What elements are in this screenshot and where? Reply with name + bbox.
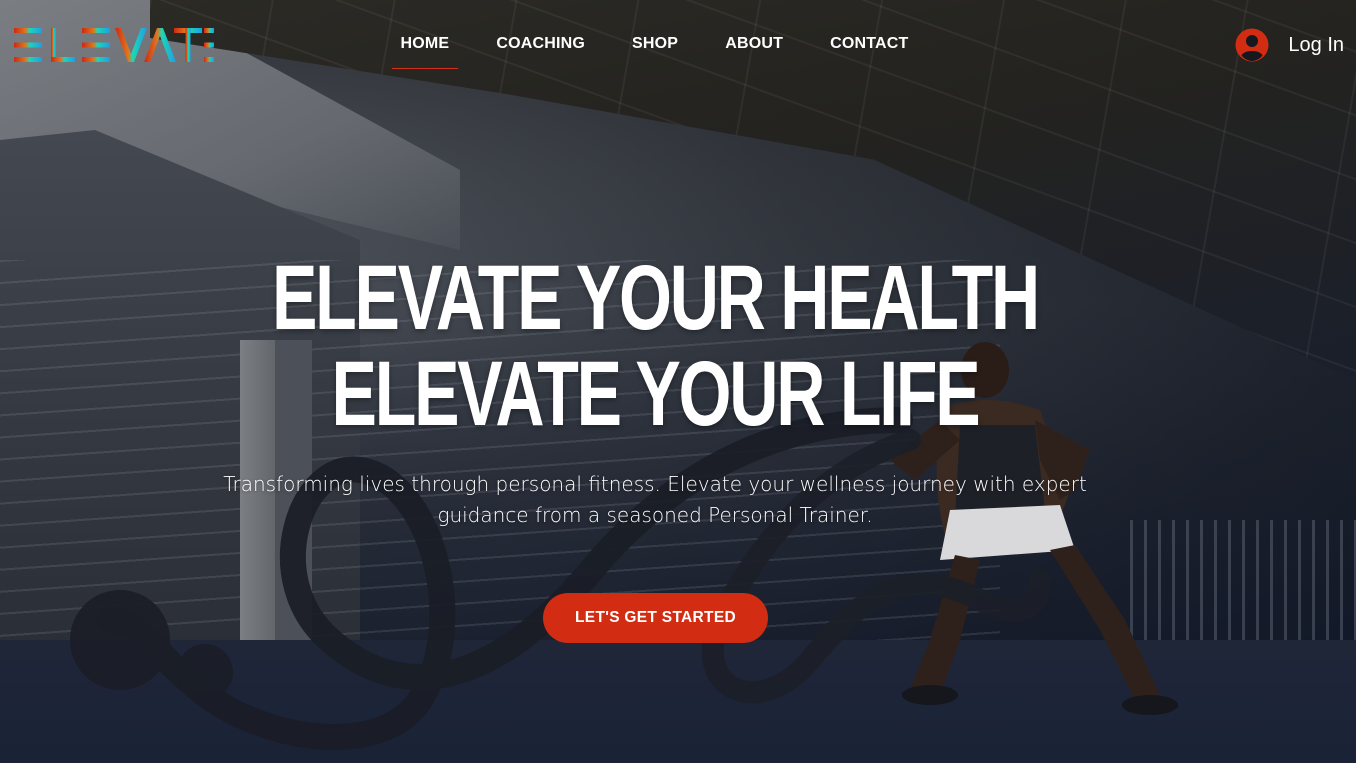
get-started-button[interactable]: LET'S GET STARTED: [543, 593, 768, 643]
subtitle-line-2: guidance from a seasoned Personal Traine…: [437, 503, 873, 527]
nav-item-contact[interactable]: CONTACT: [807, 20, 932, 69]
nav-item-about[interactable]: ABOUT: [702, 20, 807, 69]
hero-headline: ELEVATE YOUR HEALTH ELEVATE YOUR LIFE: [170, 250, 1139, 442]
elevate-logo[interactable]: [14, 28, 214, 62]
login-link[interactable]: Log In: [1235, 28, 1344, 62]
headline-line-2: ELEVATE YOUR LIFE: [331, 343, 981, 445]
nav-item-home[interactable]: HOME: [377, 20, 473, 69]
login-label: Log In: [1288, 33, 1344, 56]
headline-line-1: ELEVATE YOUR HEALTH: [271, 247, 1040, 349]
nav-item-coaching[interactable]: COACHING: [473, 20, 609, 69]
hero-subtitle: Transforming lives through personal fitn…: [200, 469, 1110, 531]
main-nav: HOME COACHING SHOP ABOUT CONTACT: [377, 20, 932, 70]
subtitle-line-1: Transforming lives through personal fitn…: [223, 472, 1087, 496]
user-circle-icon: [1235, 28, 1269, 62]
nav-item-shop[interactable]: SHOP: [609, 20, 702, 69]
